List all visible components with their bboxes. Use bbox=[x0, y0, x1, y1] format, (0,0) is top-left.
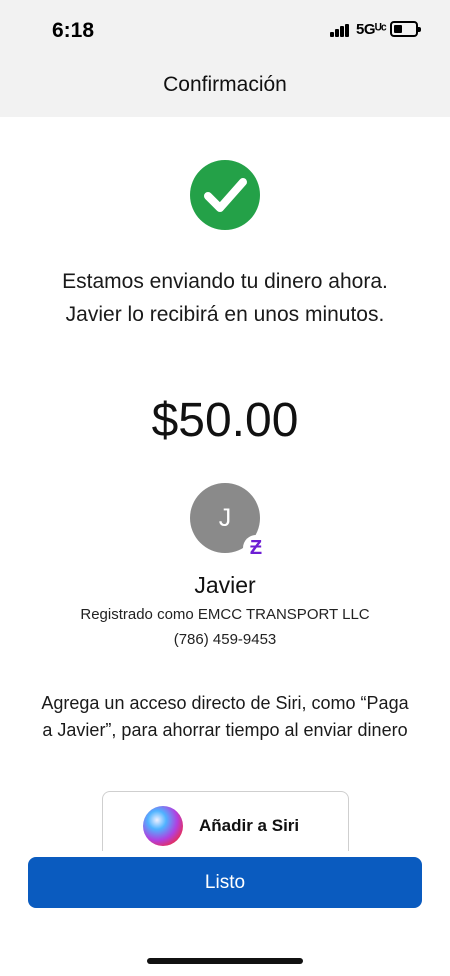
confirmation-message: Estamos enviando tu dinero ahora. Javier… bbox=[62, 270, 388, 326]
status-time: 6:18 bbox=[52, 19, 95, 42]
status-bar: 6:18 5Gᵁᶜ bbox=[0, 0, 450, 60]
top-bar: 6:18 5Gᵁᶜ Confirmación bbox=[0, 0, 450, 117]
add-to-siri-button[interactable]: Añadir a Siri bbox=[102, 791, 349, 851]
done-button[interactable]: Listo bbox=[28, 857, 422, 908]
recipient-name: Javier bbox=[194, 572, 256, 598]
signal-bars-icon bbox=[330, 24, 350, 37]
recipient-phone: (786) 459-9453 bbox=[173, 631, 277, 648]
recipient-registered: Registrado como EMCC TRANSPORT LLC bbox=[80, 606, 370, 623]
checkmark-circle-icon bbox=[190, 160, 260, 230]
page-title: Confirmación bbox=[163, 73, 287, 96]
network-label: 5Gᵁᶜ bbox=[356, 21, 387, 38]
home-indicator[interactable] bbox=[147, 958, 303, 964]
zelle-icon: Ƶ bbox=[243, 535, 269, 561]
siri-icon bbox=[143, 806, 183, 846]
siri-prompt: Agrega un acceso directo de Siri, como “… bbox=[41, 693, 409, 740]
add-to-siri-label: Añadir a Siri bbox=[199, 816, 300, 835]
amount: $50.00 bbox=[151, 394, 299, 447]
battery-icon bbox=[390, 21, 421, 37]
